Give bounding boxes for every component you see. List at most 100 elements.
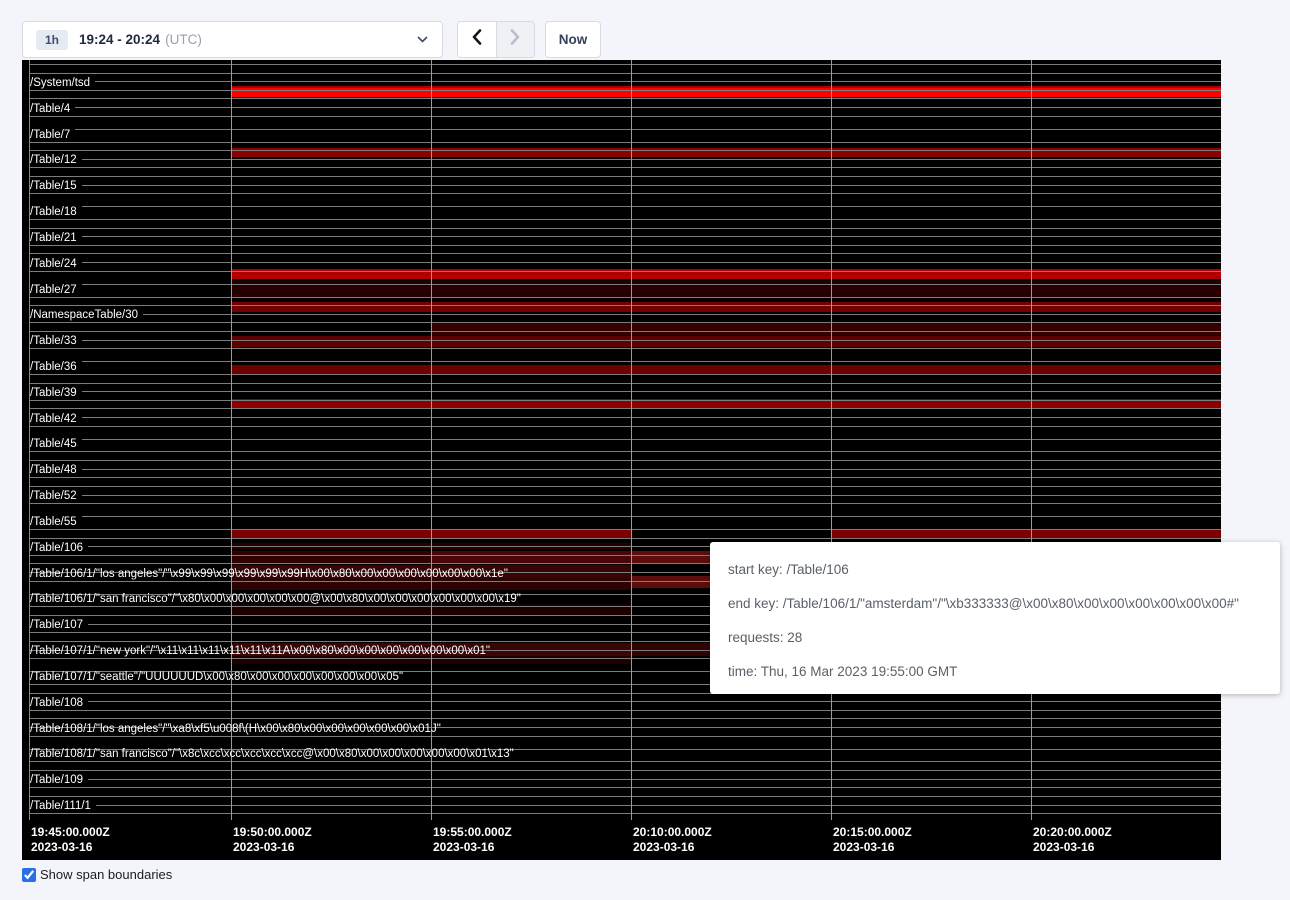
- span-boundary-line: [29, 503, 1221, 504]
- span-boundary-line: [29, 718, 1221, 719]
- span-label: /Table/107/1/"new york"/"\x11\x11\x11\x1…: [30, 644, 490, 658]
- time-range-badge: 1h: [36, 30, 68, 50]
- span-label: /Table/109: [30, 773, 88, 787]
- span-boundary-line: [29, 516, 1221, 517]
- span-boundary-line: [29, 701, 1221, 702]
- now-button[interactable]: Now: [545, 21, 601, 58]
- span-boundary-line: [29, 361, 1221, 362]
- span-boundary-line: [29, 408, 1221, 409]
- span-boundary-line: [29, 761, 1221, 762]
- span-label: /Table/106/1/"san francisco"/"\x80\x00\x…: [30, 592, 521, 606]
- time-range-selector[interactable]: 1h 19:24 - 20:24 (UTC): [22, 21, 443, 58]
- span-boundary-line: [29, 736, 1221, 737]
- span-label: /Table/7: [30, 128, 75, 142]
- hot-band[interactable]: [231, 302, 1221, 312]
- time-gridline: [1031, 60, 1032, 820]
- span-boundary-line: [29, 167, 1221, 168]
- span-label: /System/tsd: [30, 76, 95, 90]
- span-boundary-line: [29, 331, 1221, 332]
- span-boundary-line: [29, 469, 1221, 470]
- span-boundary-line: [29, 150, 1221, 151]
- time-axis-date: 2023-03-16: [31, 840, 110, 855]
- hot-band[interactable]: [231, 365, 1221, 374]
- span-label: /Table/42: [30, 412, 82, 426]
- span-boundary-line: [29, 206, 1221, 207]
- time-axis-time: 20:15:00.000Z: [833, 825, 912, 840]
- span-boundary-line: [29, 176, 1221, 177]
- key-visualizer-canvas[interactable]: /System/tsd/Table/4/Table/7/Table/12/Tab…: [22, 60, 1221, 860]
- hot-band[interactable]: [431, 322, 1221, 335]
- span-boundary-line: [29, 185, 1221, 186]
- span-label: /Table/108/1/"san francisco"/"\x8c\xcc\x…: [30, 747, 514, 761]
- span-boundary-line: [29, 796, 1221, 797]
- span-boundary-line: [29, 159, 1221, 160]
- span-boundary-line: [29, 477, 1221, 478]
- span-boundary-line: [29, 451, 1221, 452]
- tooltip-time: time: Thu, 16 Mar 2023 19:55:00 GMT: [728, 655, 1280, 689]
- time-axis-date: 2023-03-16: [633, 840, 712, 855]
- span-label: /Table/107/1/"seattle"/"UUUUUUD\x00\x80\…: [30, 670, 403, 684]
- time-axis-time: 19:45:00.000Z: [31, 825, 110, 840]
- span-boundary-line: [29, 426, 1221, 427]
- span-boundary-line: [29, 107, 1221, 108]
- span-label: /Table/15: [30, 179, 82, 193]
- span-boundary-line: [29, 129, 1221, 130]
- span-label: /Table/4: [30, 102, 75, 116]
- span-boundary-line: [29, 374, 1221, 375]
- span-label: /Table/36: [30, 360, 82, 374]
- time-axis-label: 20:10:00.000Z2023-03-16: [633, 825, 712, 855]
- time-axis-label: 19:50:00.000Z2023-03-16: [233, 825, 312, 855]
- hot-band[interactable]: [231, 551, 431, 563]
- span-label: /Table/45: [30, 437, 82, 451]
- span-label: /Table/106/1/"los angeles"/"\x99\x99\x99…: [30, 567, 508, 581]
- span-label: /Table/52: [30, 489, 82, 503]
- span-boundary-line: [29, 495, 1221, 496]
- tooltip-start-key: start key: /Table/106: [728, 553, 1280, 587]
- span-boundary-line: [29, 284, 1221, 285]
- time-axis-time: 19:50:00.000Z: [233, 825, 312, 840]
- span-boundary-line: [29, 73, 1221, 74]
- span-boundary-line: [29, 805, 1221, 806]
- span-label: /Table/39: [30, 386, 82, 400]
- time-axis-label: 19:45:00.000Z2023-03-16: [31, 825, 110, 855]
- span-label: /NamespaceTable/30: [30, 308, 143, 322]
- tooltip-end-key: end key: /Table/106/1/"amsterdam"/"\xb33…: [728, 587, 1280, 621]
- span-boundary-line: [29, 98, 1221, 99]
- span-boundary-line: [29, 81, 1221, 82]
- span-boundary-line: [29, 245, 1221, 246]
- tooltip-requests: requests: 28: [728, 621, 1280, 655]
- span-boundary-line: [29, 297, 1221, 298]
- span-label: /Table/108: [30, 696, 88, 710]
- hover-tooltip: start key: /Table/106 end key: /Table/10…: [710, 542, 1280, 694]
- prev-interval-button[interactable]: [458, 22, 497, 57]
- span-boundary-line: [29, 787, 1221, 788]
- time-nav-group: [457, 21, 535, 58]
- span-boundary-line: [29, 779, 1221, 780]
- span-label: /Table/21: [30, 231, 82, 245]
- span-boundary-line: [29, 219, 1221, 220]
- hot-band[interactable]: [431, 551, 631, 563]
- span-boundary-line: [29, 90, 1221, 91]
- time-gridline: [631, 60, 632, 820]
- span-boundary-line: [29, 529, 1221, 530]
- span-label: /Table/111/1: [30, 799, 96, 813]
- span-boundary-line: [29, 813, 1221, 814]
- time-axis-time: 19:55:00.000Z: [433, 825, 512, 840]
- time-range-text: 19:24 - 20:24: [79, 32, 160, 47]
- show-span-boundaries-checkbox[interactable]: [22, 868, 36, 882]
- show-span-boundaries-label[interactable]: Show span boundaries: [40, 867, 172, 882]
- span-boundary-line: [29, 253, 1221, 254]
- span-boundary-line: [29, 538, 1221, 539]
- span-label: /Table/12: [30, 153, 82, 167]
- span-label: /Table/27: [30, 283, 82, 297]
- span-boundary-line: [29, 710, 1221, 711]
- span-boundary-line: [29, 340, 1221, 341]
- hot-band[interactable]: [231, 336, 1221, 347]
- time-axis-date: 2023-03-16: [433, 840, 512, 855]
- chevron-left-icon: [472, 29, 482, 50]
- next-interval-button[interactable]: [497, 22, 535, 57]
- time-gridline: [231, 60, 232, 820]
- time-gridline: [831, 60, 832, 820]
- span-boundaries-toggle-row: Show span boundaries: [22, 867, 172, 882]
- span-boundary-line: [29, 236, 1221, 237]
